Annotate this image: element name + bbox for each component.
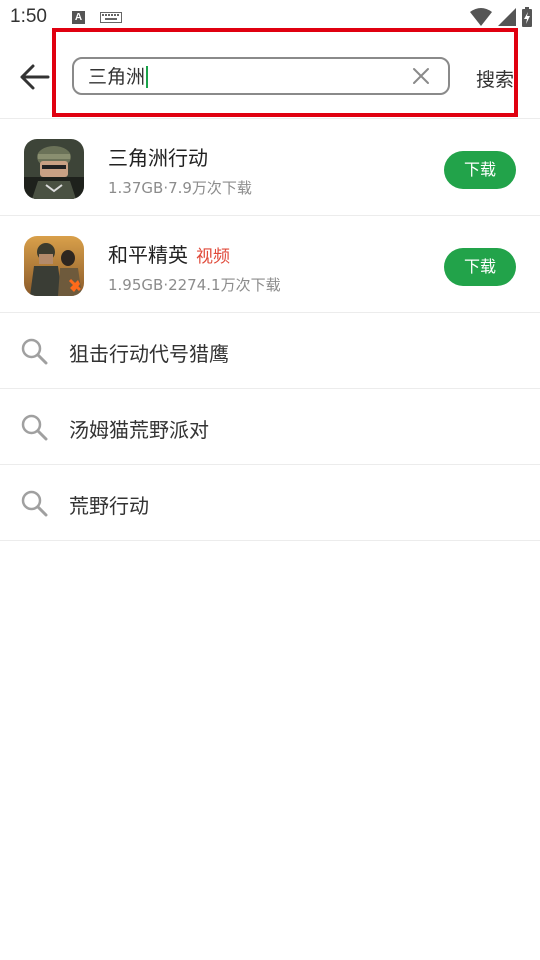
suggestion-text: 汤姆猫荒野派对 [69,418,209,442]
close-icon[interactable] [412,67,430,85]
back-arrow-icon[interactable] [18,62,52,92]
search-button[interactable]: 搜索 [476,65,514,92]
app-meta: 1.95GB·2274.1万次下载 [108,276,281,294]
status-time: 1:50 [10,6,47,27]
status-bar: 1:50 A [0,0,540,36]
search-header: 三角洲 搜索 [0,36,540,119]
app-name: 三角洲行动 [108,146,208,170]
search-icon [21,338,48,365]
game-icon-peacekeeper-elite [24,236,84,296]
video-tag[interactable]: 视频 [196,247,230,267]
battery-charging-icon [522,7,532,27]
search-input[interactable]: 三角洲 [72,57,450,95]
wifi-icon [470,8,492,26]
search-icon [21,490,48,517]
app-result-row[interactable]: 和平精英 视频 1.95GB·2274.1万次下载 下载 [0,216,540,313]
suggestion-text: 荒野行动 [69,494,149,518]
cellular-signal-icon [498,8,516,26]
download-button[interactable]: 下载 [444,248,516,286]
game-icon-delta-force [24,139,84,199]
app-meta: 1.37GB·7.9万次下载 [108,179,252,197]
search-input-text[interactable]: 三角洲 [88,66,149,88]
search-icon [21,414,48,441]
suggestion-text: 狙击行动代号猎鹰 [69,342,229,366]
text-caret [146,66,149,88]
status-right-icons [470,6,532,28]
keyboard-icon [100,12,122,23]
search-suggestion-item[interactable]: 狙击行动代号猎鹰 [0,313,540,389]
app-name: 和平精英 视频 [108,243,230,267]
download-button[interactable]: 下载 [444,151,516,189]
a-notification-icon: A [72,11,85,24]
search-suggestion-item[interactable]: 荒野行动 [0,465,540,541]
search-suggestion-item[interactable]: 汤姆猫荒野派对 [0,389,540,465]
app-result-row[interactable]: 三角洲行动 1.37GB·7.9万次下载 下载 [0,119,540,216]
